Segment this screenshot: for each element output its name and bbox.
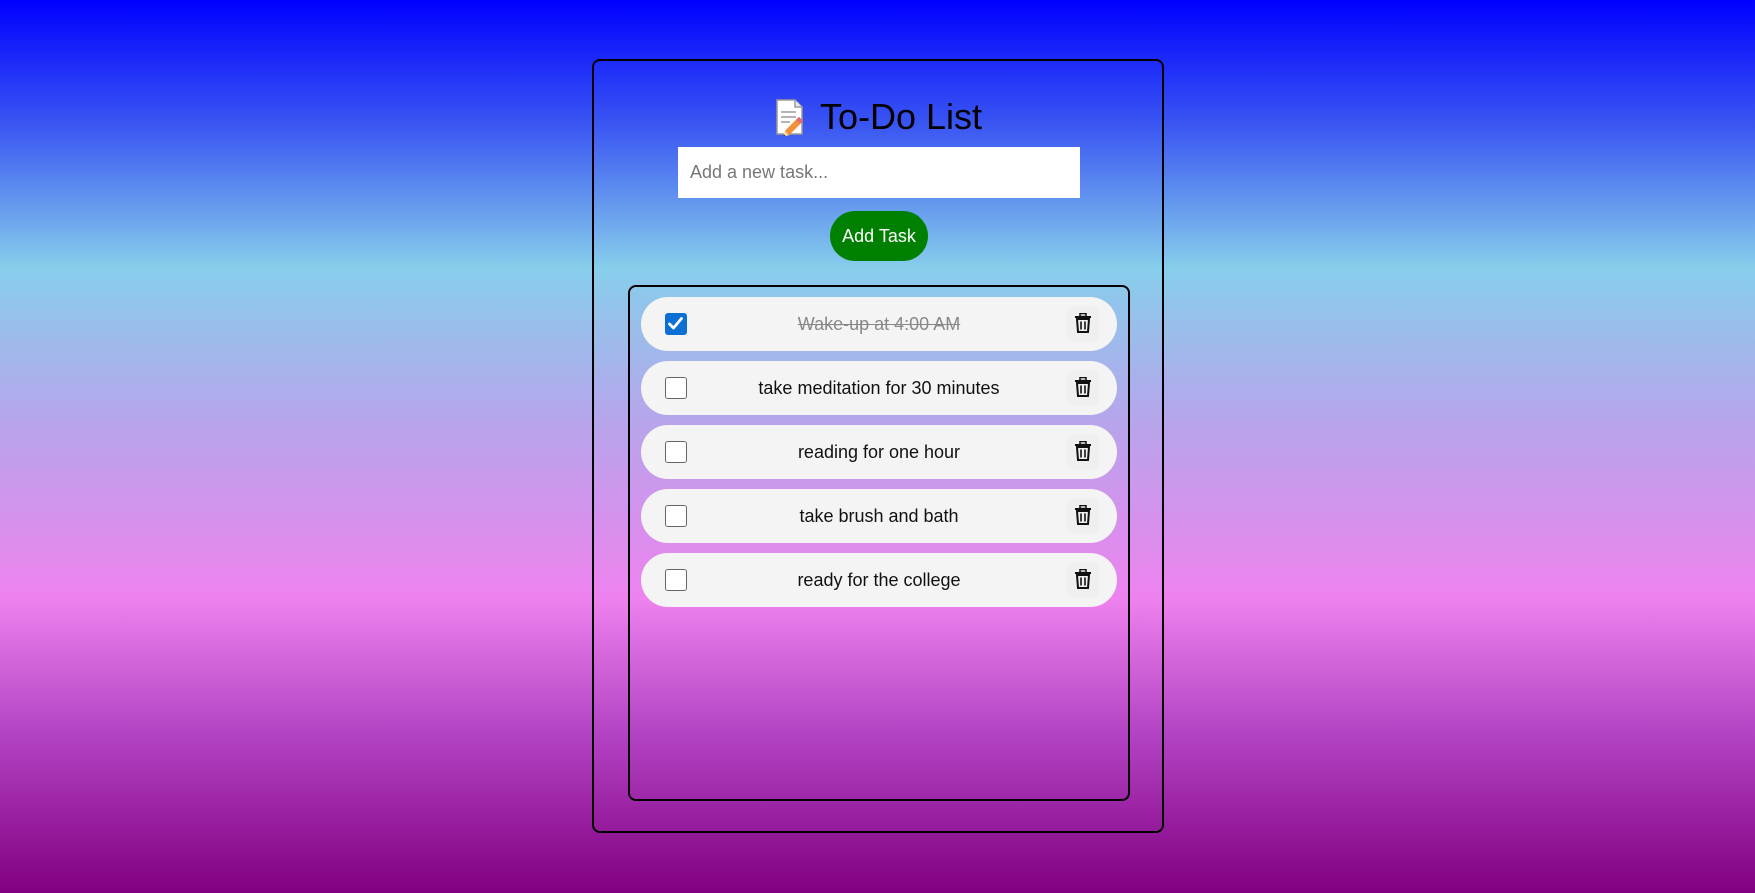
task-text: take brush and bath — [799, 506, 959, 526]
task-text: take meditation for 30 minutes — [758, 378, 1000, 398]
task-item: reading for one hour — [641, 425, 1117, 479]
task-item: ready for the college — [641, 553, 1117, 607]
trash-icon — [1074, 312, 1092, 336]
delete-task-button[interactable] — [1067, 563, 1099, 597]
task-checkbox[interactable] — [665, 377, 687, 399]
trash-icon — [1074, 376, 1092, 400]
trash-icon — [1074, 504, 1092, 528]
header: To-Do List — [594, 95, 1162, 139]
task-item: take meditation for 30 minutes — [641, 361, 1117, 415]
delete-task-button[interactable] — [1067, 371, 1099, 405]
task-item: Wake-up at 4:00 AM — [641, 297, 1117, 351]
task-checkbox[interactable] — [665, 505, 687, 527]
task-text: ready for the college — [797, 570, 961, 590]
task-list-container: Wake-up at 4:00 AM take meditation for 3… — [628, 285, 1130, 801]
task-checkbox[interactable] — [665, 441, 687, 463]
task-text: reading for one hour — [797, 442, 961, 462]
delete-task-button[interactable] — [1067, 499, 1099, 533]
trash-icon — [1074, 568, 1092, 592]
task-checkbox[interactable] — [665, 569, 687, 591]
delete-task-button[interactable] — [1067, 307, 1099, 341]
task-text: Wake-up at 4:00 AM — [797, 314, 961, 334]
task-list: Wake-up at 4:00 AM take meditation for 3… — [641, 297, 1117, 617]
todo-app: To-Do List Add Task Wake-up at 4:00 AM — [592, 59, 1164, 833]
add-task-button[interactable]: Add Task — [830, 211, 928, 261]
memo-pencil-icon — [774, 98, 806, 137]
task-item: take brush and bath — [641, 489, 1117, 543]
page-title: To-Do List — [819, 96, 983, 137]
trash-icon — [1074, 440, 1092, 464]
task-checkbox[interactable] — [665, 313, 687, 335]
new-task-input[interactable] — [678, 147, 1080, 198]
delete-task-button[interactable] — [1067, 435, 1099, 469]
